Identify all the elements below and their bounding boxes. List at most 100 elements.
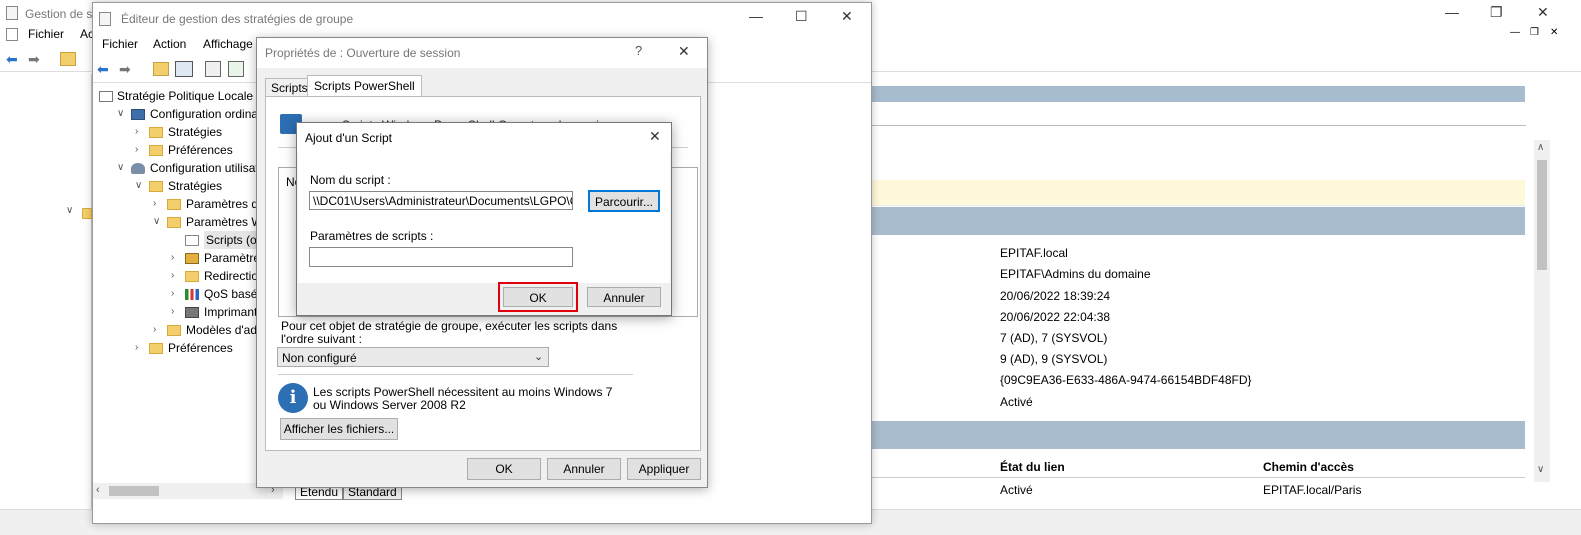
tab-scripts-powershell[interactable]: Scripts PowerShell [307, 75, 422, 97]
bg-app-icon [6, 6, 18, 20]
bg-mdi-close-icon[interactable]: ✕ [1550, 27, 1558, 38]
printer-icon [185, 307, 199, 318]
editor-up-folder-icon[interactable] [153, 62, 169, 76]
expanded-chevron-icon[interactable]: ∨ [153, 213, 163, 231]
browse-button[interactable]: Parcourir... [588, 190, 660, 212]
editor-properties-icon[interactable] [205, 61, 221, 77]
editor-back-icon[interactable]: ⬅ [97, 61, 113, 77]
collapsed-chevron-icon[interactable]: › [171, 267, 181, 285]
bg-section-bar-1 [870, 207, 1525, 235]
properties-help-icon[interactable]: ? [635, 43, 642, 58]
editor-show-tree-icon[interactable] [175, 61, 193, 77]
folder-icon [167, 217, 181, 228]
security-icon [185, 253, 199, 264]
bg-links-header: État du lien Chemin d'accès [870, 456, 1525, 478]
properties-title: Propriétés de : Ouverture de session [265, 46, 461, 60]
bg-scroll-thumb[interactable] [1537, 160, 1547, 270]
collapsed-chevron-icon[interactable]: › [135, 123, 145, 141]
bg-forward-icon[interactable]: ➡ [28, 51, 44, 67]
bg-restore-icon[interactable]: ❐ [1490, 4, 1503, 21]
script-params-input[interactable] [309, 247, 573, 267]
folder-icon [149, 127, 163, 138]
bg-value-domain: EPITAF.local [1000, 246, 1068, 260]
editor-menu-affichage[interactable]: Affichage [203, 37, 253, 51]
bg-mdi-restore-icon[interactable]: ❐ [1530, 27, 1539, 38]
editor-horizontal-scrollbar[interactable]: ‹ › [93, 483, 283, 499]
folder-icon [167, 325, 181, 336]
add-script-title: Ajout d'un Script [305, 131, 393, 145]
properties-cancel-button[interactable]: Annuler [547, 458, 621, 480]
tree-item-label: Configuration ordinate [150, 107, 269, 121]
collapsed-chevron-icon[interactable]: › [171, 285, 181, 303]
computer-icon [131, 109, 145, 120]
editor-menu-fichier[interactable]: Fichier [102, 37, 138, 51]
add-script-dialog: Ajout d'un Script ✕ Nom du script : \\DC… [296, 122, 672, 316]
editor-menu-action[interactable]: Action [153, 37, 186, 51]
editor-maximize-icon[interactable]: ☐ [795, 8, 808, 25]
properties-apply-button[interactable]: Appliquer [627, 458, 701, 480]
script-params-label: Paramètres de scripts : [310, 229, 434, 243]
tree-item-label: Préférences [168, 143, 233, 157]
script-name-input[interactable]: \\DC01\Users\Administrateur\Documents\LG… [309, 191, 573, 210]
tree-item-label: Préférences [168, 341, 233, 355]
bg-value-status: Activé [1000, 395, 1033, 409]
info-text: Les scripts PowerShell nécessitent au mo… [313, 385, 613, 412]
bg-up-icon[interactable] [60, 52, 76, 66]
collapsed-chevron-icon[interactable]: › [171, 303, 181, 321]
policy-icon [99, 91, 113, 102]
editor-tree: Stratégie Politique Locale C ∨ Configurati… [93, 85, 283, 483]
bg-window-title: Gestion de st [25, 7, 96, 21]
add-script-titlebar: Ajout d'un Script ✕ [297, 123, 671, 153]
expanded-chevron-icon[interactable]: ∨ [117, 105, 127, 123]
properties-close-icon[interactable]: ✕ [678, 43, 690, 60]
collapsed-chevron-icon[interactable]: › [153, 195, 163, 213]
bg-link-path-value: EPITAF.local/Paris [1263, 483, 1362, 497]
bg-close-icon[interactable]: ✕ [1537, 4, 1549, 21]
folder-icon [149, 145, 163, 156]
info-separator [278, 374, 633, 375]
editor-minimize-icon[interactable]: — [749, 8, 763, 24]
bg-mdi-minimize-icon[interactable]: — [1510, 27, 1520, 38]
bg-minimize-icon[interactable]: — [1445, 4, 1459, 20]
editor-close-icon[interactable]: ✕ [841, 8, 853, 25]
add-script-close-icon[interactable]: ✕ [649, 128, 661, 145]
properties-ok-button[interactable]: OK [467, 458, 541, 480]
folder-icon [149, 181, 163, 192]
bg-value-created: 20/06/2022 18:39:24 [1000, 289, 1111, 303]
bg-col-link-state[interactable]: État du lien [1000, 460, 1065, 474]
bg-section-bar-2 [870, 421, 1525, 449]
expanded-chevron-icon[interactable]: ∨ [135, 177, 145, 195]
bg-scroll-down-icon[interactable]: ∨ [1537, 464, 1544, 475]
order-select[interactable]: Non configuré ⌄ [277, 347, 549, 367]
bg-menu-fichier[interactable]: Fichier [28, 27, 64, 41]
bg-value-modified: 20/06/2022 22:04:38 [1000, 310, 1111, 324]
chart-icon [185, 289, 199, 300]
editor-window-title: Éditeur de gestion des stratégies de gro… [121, 12, 354, 26]
editor-titlebar: Éditeur de gestion des stratégies de gro… [93, 3, 871, 33]
add-script-ok-button[interactable]: OK [503, 287, 573, 307]
bg-vertical-scrollbar[interactable]: ∧ ∨ [1534, 140, 1550, 482]
bg-tree-twisty[interactable]: ∨ [66, 205, 73, 216]
properties-titlebar: Propriétés de : Ouverture de session ? ✕ [257, 38, 707, 68]
bg-back-icon[interactable]: ⬅ [6, 51, 22, 67]
bg-col-path[interactable]: Chemin d'accès [1263, 460, 1354, 474]
show-files-button[interactable]: Afficher les fichiers... [280, 418, 398, 440]
bg-tree-folder-icon [82, 208, 92, 219]
expanded-chevron-icon[interactable]: ∨ [117, 159, 127, 177]
collapsed-chevron-icon[interactable]: › [171, 249, 181, 267]
editor-scroll-thumb[interactable] [109, 486, 159, 496]
bg-value-owner: EPITAF\Admins du domaine [1000, 267, 1151, 281]
chevron-down-icon: ⌄ [534, 351, 544, 363]
editor-export-icon[interactable] [228, 61, 244, 77]
collapsed-chevron-icon[interactable]: › [153, 321, 163, 339]
editor-forward-icon[interactable]: ➡ [119, 61, 135, 77]
bg-value-user-version: 7 (AD), 7 (SYSVOL) [1000, 331, 1108, 345]
bg-value-guid: {09C9EA36-E633-486A-9474-66154BDF48FD} [1000, 373, 1252, 387]
editor-scroll-left-icon[interactable]: ‹ [96, 484, 100, 496]
tree-item-label: Modèles d'adm [186, 323, 267, 337]
bg-value-computer-version: 9 (AD), 9 (SYSVOL) [1000, 352, 1108, 366]
collapsed-chevron-icon[interactable]: › [135, 141, 145, 159]
bg-scroll-up-icon[interactable]: ∧ [1537, 142, 1544, 153]
collapsed-chevron-icon[interactable]: › [135, 339, 145, 357]
add-script-cancel-button[interactable]: Annuler [587, 287, 661, 307]
